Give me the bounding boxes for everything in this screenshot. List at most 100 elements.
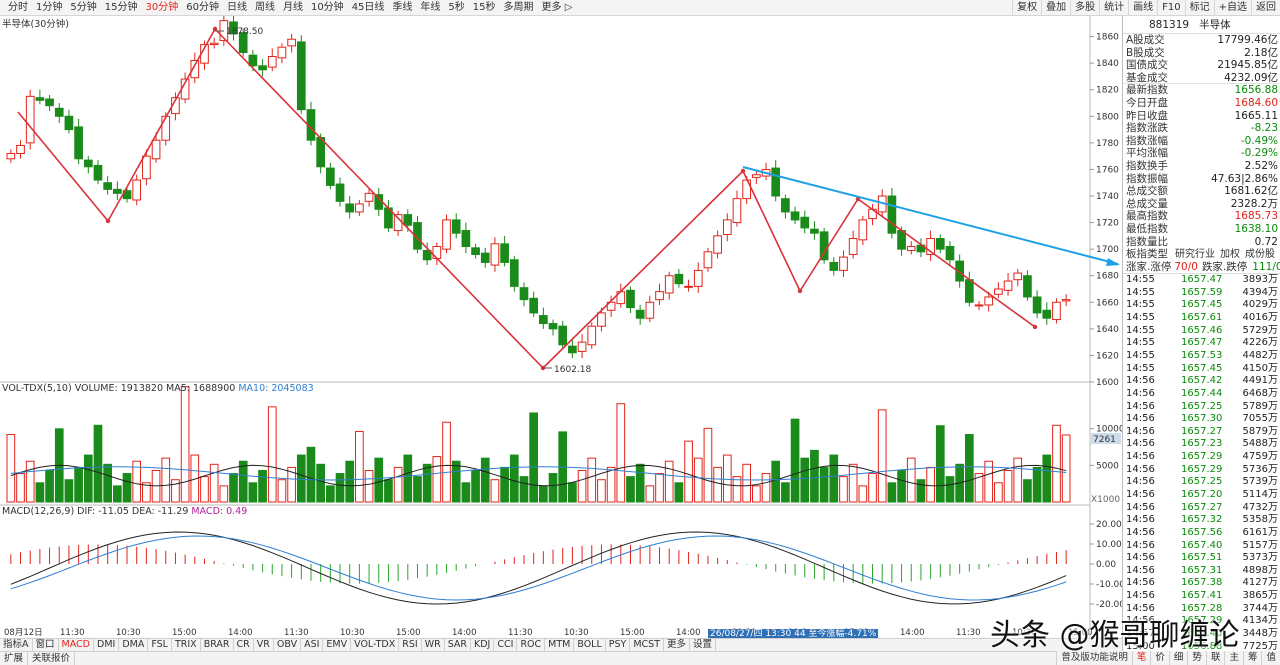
tool-button[interactable]: F10 bbox=[1157, 0, 1184, 16]
tool-button[interactable]: 复权 bbox=[1012, 0, 1041, 16]
indicator-tab[interactable]: OBV bbox=[274, 639, 302, 651]
tool-button[interactable]: +自选 bbox=[1213, 0, 1251, 16]
indicator-tab[interactable]: BOLL bbox=[574, 639, 606, 651]
indicator-tab[interactable]: KDJ bbox=[471, 639, 495, 651]
up-label: 涨家.涨停 bbox=[1126, 261, 1172, 274]
trade-volume: 4491万 bbox=[1242, 375, 1278, 387]
indicator-tab[interactable]: VOL-TDX bbox=[351, 639, 400, 651]
trade-time: 14:56 bbox=[1126, 375, 1155, 387]
indicator-tab[interactable]: WR bbox=[422, 639, 445, 651]
indicator-tab[interactable]: CCI bbox=[494, 639, 518, 651]
period-tab[interactable]: 10分钟 bbox=[307, 0, 348, 16]
tool-button[interactable]: 叠加 bbox=[1041, 0, 1070, 16]
indicator-tab[interactable]: TRIX bbox=[172, 639, 201, 651]
stat-value: 1638.10 bbox=[1234, 222, 1278, 235]
indicator-tab[interactable]: 更多 bbox=[664, 639, 691, 651]
period-tab[interactable]: 更多 ▷ bbox=[538, 0, 577, 16]
panel-tab[interactable]: 筹 bbox=[1242, 651, 1262, 665]
panel-tab[interactable]: 值 bbox=[1261, 651, 1280, 665]
period-tab[interactable]: 5秒 bbox=[444, 0, 468, 16]
candle-up bbox=[1052, 301, 1061, 321]
trade-price: 1657.41 bbox=[1181, 590, 1223, 602]
indicator-tab[interactable]: SAR bbox=[445, 639, 471, 651]
volume-bar-down bbox=[790, 418, 800, 503]
candle-up bbox=[693, 269, 703, 287]
stat-value: 2.18亿 bbox=[1244, 46, 1278, 59]
indicator-tab[interactable]: BRAR bbox=[201, 639, 234, 651]
period-tab[interactable]: 月线 bbox=[279, 0, 307, 16]
tool-button[interactable]: 多股 bbox=[1070, 0, 1099, 16]
indicator-tab[interactable]: EMV bbox=[323, 639, 352, 651]
period-tab[interactable]: 30分钟 bbox=[141, 0, 182, 16]
indicator-tab[interactable]: DMA bbox=[119, 639, 149, 651]
candle-down bbox=[93, 164, 103, 181]
category-link[interactable]: 加权 bbox=[1220, 249, 1240, 260]
trade-list[interactable]: 14:55 1657.47 3893万 14:55 1657.59 4394万 14:55 1… bbox=[1123, 274, 1280, 653]
trade-row: 14:55 1657.47 3893万 bbox=[1123, 274, 1280, 287]
period-tab[interactable]: 60分钟 bbox=[182, 0, 223, 16]
tool-button[interactable]: 标记 bbox=[1184, 0, 1214, 16]
volume-bar-down bbox=[548, 473, 558, 503]
indicator-tab[interactable]: PSY bbox=[606, 639, 631, 651]
volume-bar-down bbox=[471, 469, 480, 503]
time-label: 11:30 bbox=[60, 628, 85, 637]
trade-time: 14:56 bbox=[1126, 514, 1155, 526]
period-tab[interactable]: 年线 bbox=[416, 0, 444, 16]
trade-volume: 5373万 bbox=[1242, 552, 1278, 564]
volume-bar-down bbox=[965, 434, 974, 503]
period-tab[interactable]: 1分钟 bbox=[32, 0, 66, 16]
time-label: 14:00 bbox=[676, 628, 701, 637]
chart-area[interactable]: 1880186018401820180017801760174017201700… bbox=[0, 16, 1122, 637]
indicator-tab[interactable]: 窗口 bbox=[33, 639, 59, 651]
indicator-tab[interactable]: MCST bbox=[630, 639, 665, 651]
status-button[interactable]: 扩展 bbox=[0, 652, 29, 665]
category-link[interactable]: 研究行业 bbox=[1175, 249, 1215, 260]
macd-header-macd: MACD: 0.49 bbox=[191, 506, 248, 517]
candle-up bbox=[994, 288, 1003, 295]
indicator-tab[interactable]: VR bbox=[254, 639, 274, 651]
trade-volume: 3448万 bbox=[1242, 628, 1278, 640]
period-tab[interactable]: 分时 bbox=[4, 0, 32, 16]
period-tab[interactable]: 15秒 bbox=[469, 0, 500, 16]
candle-down bbox=[810, 228, 819, 234]
candle-down bbox=[771, 167, 781, 197]
indicator-tab[interactable]: ASI bbox=[301, 639, 324, 651]
indicator-tab[interactable]: 指标A bbox=[0, 639, 33, 651]
trade-row: 14:56 1657.31 4898万 bbox=[1123, 565, 1280, 578]
indicator-tab[interactable]: DMI bbox=[94, 639, 120, 651]
period-tab[interactable]: 周线 bbox=[251, 0, 279, 16]
stat-value: 17799.46亿 bbox=[1217, 34, 1278, 46]
period-tab[interactable]: 多周期 bbox=[500, 0, 538, 16]
status-button[interactable]: 关联报价 bbox=[28, 652, 76, 665]
period-tab[interactable]: 日线 bbox=[223, 0, 251, 16]
tool-button[interactable]: 统计 bbox=[1099, 0, 1128, 16]
volume-bar-down bbox=[771, 460, 781, 503]
indicator-tab[interactable]: 设置 bbox=[690, 639, 717, 651]
candle-down bbox=[935, 238, 945, 250]
volume-bar-down bbox=[403, 454, 413, 503]
period-tab[interactable]: 季线 bbox=[388, 0, 416, 16]
indicator-tab[interactable]: CR bbox=[234, 639, 254, 651]
candle-up bbox=[287, 38, 296, 47]
kline-chart[interactable]: 1880186018401820180017801760174017201700… bbox=[0, 16, 1122, 637]
tool-button[interactable]: 画线 bbox=[1128, 0, 1157, 16]
category-link[interactable]: 成份股 bbox=[1245, 249, 1275, 260]
indicator-tab[interactable]: ROC bbox=[517, 639, 546, 651]
trade-row: 14:56 1657.20 5114万 bbox=[1123, 489, 1280, 502]
indicator-tab[interactable]: MACD bbox=[59, 639, 94, 651]
volume-bar-up bbox=[645, 485, 655, 503]
volume-bar-up bbox=[742, 463, 751, 503]
trade-price: 1657.38 bbox=[1181, 577, 1223, 589]
time-label: 15:00 bbox=[172, 628, 197, 637]
stat-value: 1685.73 bbox=[1234, 210, 1278, 223]
down-label: 跌家.跌停 bbox=[1201, 261, 1248, 274]
period-tab[interactable]: 15分钟 bbox=[101, 0, 142, 16]
indicator-tab[interactable]: FSL bbox=[148, 639, 172, 651]
candle-down bbox=[45, 98, 54, 107]
indicator-tab[interactable]: MTM bbox=[545, 639, 575, 651]
period-tab[interactable]: 45日线 bbox=[348, 0, 389, 16]
low-label: 1602.18 bbox=[554, 365, 591, 375]
tool-button[interactable]: 返回 bbox=[1251, 0, 1280, 16]
period-tab[interactable]: 5分钟 bbox=[66, 0, 100, 16]
indicator-tab[interactable]: RSI bbox=[399, 639, 422, 651]
